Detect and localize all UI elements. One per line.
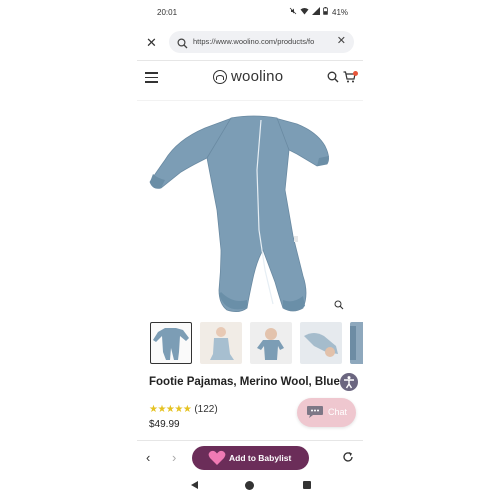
accessibility-icon [344,376,354,389]
star-rating: ★★★★★ [149,404,192,415]
reload-icon[interactable] [342,450,354,468]
logo-text: woolino [231,68,284,85]
zoom-icon[interactable] [334,297,344,315]
add-to-babylist-button[interactable]: Add to Babylist [192,446,309,470]
close-tab-icon[interactable]: ✕ [146,36,157,49]
wifi-icon [300,7,309,17]
status-time: 20:01 [157,8,178,17]
woolino-logo[interactable]: woolino [213,68,283,85]
battery-icon [323,7,328,17]
chat-bubble-icon [306,405,324,424]
chat-label: Chat [328,407,348,417]
battery-percent: 41% [332,7,349,17]
status-bar: 20:01 41% [137,0,363,26]
rating-row[interactable]: ★★★★★ (122) [149,404,218,415]
thumbnail-baby-side[interactable] [300,322,342,364]
logo-mark-icon [213,69,227,84]
signal-icon [312,7,320,17]
system-back-icon[interactable] [191,481,198,489]
url-text[interactable]: https://www.woolino.com/products/fo [193,37,331,46]
forward-icon[interactable]: › [172,450,176,465]
product-title: Footie Pajamas, Merino Wool, Blue [149,376,340,388]
site-header: woolino [137,62,363,92]
babylist-label: Add to Babylist [229,453,292,463]
menu-icon[interactable] [145,72,158,86]
divider [137,100,363,101]
divider [137,60,363,61]
android-nav-bar [137,476,363,496]
chat-button[interactable]: Chat [297,398,356,427]
divider [137,440,363,441]
thumbnail-baby-lying[interactable] [250,322,292,364]
thumbnail-detail[interactable] [350,322,363,364]
accessibility-button[interactable] [340,373,358,391]
status-icons: 41% [289,7,348,17]
cart-badge [353,71,358,76]
clear-url-icon[interactable]: ✕ [337,35,346,48]
bottom-toolbar: ‹ › Add to Babylist [137,443,363,473]
thumbnail-strip [150,322,363,364]
system-home-icon[interactable] [245,481,254,490]
thumbnail-baby-sitting[interactable] [200,322,242,364]
search-icon [177,36,188,54]
back-icon[interactable]: ‹ [146,450,150,465]
mute-icon [289,7,297,17]
product-price: $49.99 [149,419,180,430]
product-main-image[interactable] [147,110,357,316]
address-bar[interactable]: https://www.woolino.com/products/fo ✕ [169,31,354,53]
thumbnail-flat-lay[interactable] [150,322,192,364]
site-search-icon[interactable] [327,70,339,88]
browser-toolbar: ✕ https://www.woolino.com/products/fo ✕ [137,28,363,58]
phone-screen: 20:01 41% ✕ https://www.woolino.com/prod… [137,0,363,500]
system-recents-icon[interactable] [303,481,311,489]
heart-icon [208,450,226,471]
review-count[interactable]: (122) [194,404,217,415]
